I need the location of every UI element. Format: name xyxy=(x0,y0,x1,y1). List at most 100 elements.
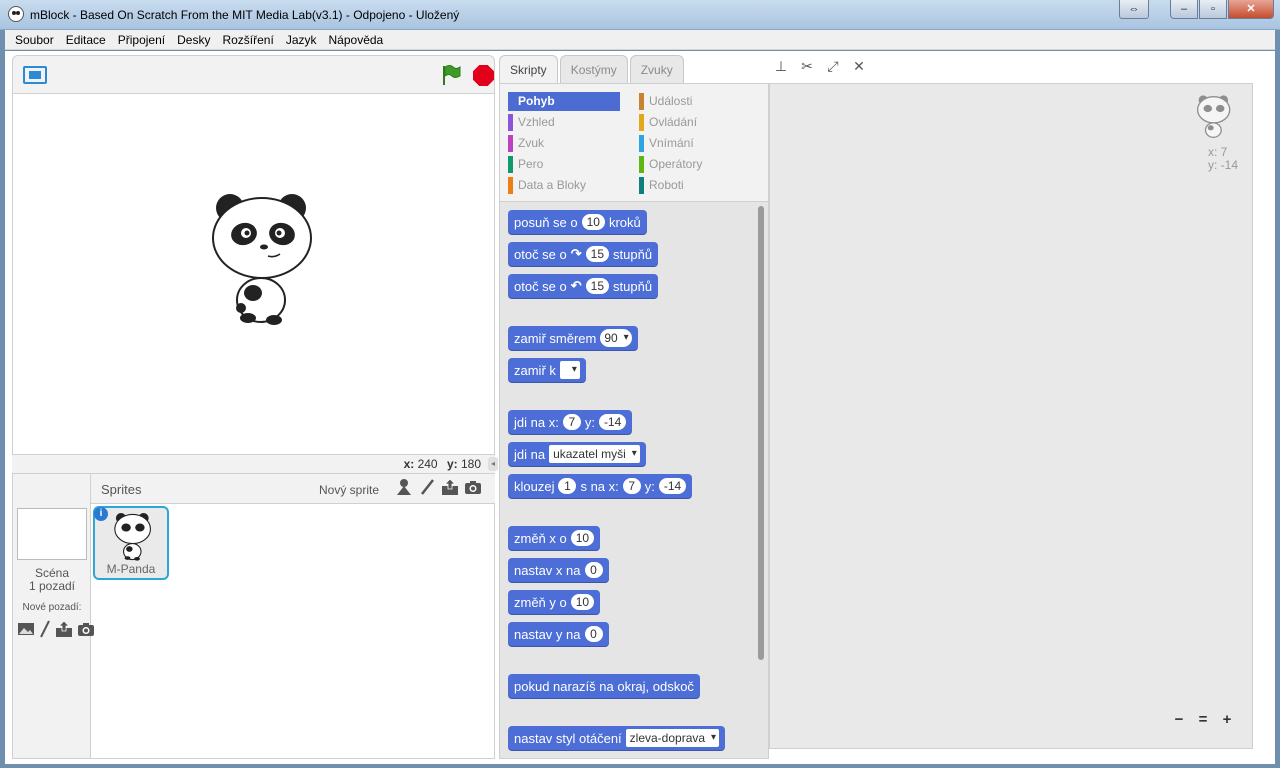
block-palette: Pohyb Vzhled Zvuk Pero Data a Bloky Udál… xyxy=(499,83,769,759)
green-flag-icon[interactable] xyxy=(441,64,461,86)
menu-extensions[interactable]: Rozšíření xyxy=(216,33,279,47)
dy-input[interactable]: 10 xyxy=(570,594,595,610)
maximize-button[interactable]: ▫ xyxy=(1199,0,1227,19)
category-robots[interactable]: Roboti xyxy=(639,176,751,195)
menu-edit[interactable]: Editace xyxy=(60,33,112,47)
paint-sprite-icon[interactable] xyxy=(418,478,436,496)
menu-connect[interactable]: Připojení xyxy=(112,33,171,47)
steps-input[interactable]: 10 xyxy=(581,214,605,230)
category-looks[interactable]: Vzhled xyxy=(508,113,620,132)
zoom-in-icon[interactable]: + xyxy=(1218,711,1236,728)
scene-thumbnail[interactable] xyxy=(17,508,87,560)
script-area[interactable]: x: 7 y: -14 − = + xyxy=(769,83,1253,749)
upload-backdrop-icon[interactable] xyxy=(55,620,73,638)
dx-input[interactable]: 10 xyxy=(570,530,595,546)
block-text: y: xyxy=(584,414,595,430)
tab-costumes[interactable]: Kostýmy xyxy=(559,55,628,83)
menu-language[interactable]: Jazyk xyxy=(280,33,323,47)
zoom-out-icon[interactable]: − xyxy=(1170,711,1188,728)
block-text: změň y o xyxy=(514,594,567,610)
y-input[interactable]: -14 xyxy=(598,414,627,430)
sprite-name: M-Panda xyxy=(106,562,156,576)
block-text: jdi na xyxy=(514,446,546,462)
direction-dropdown[interactable]: 90 xyxy=(600,329,632,347)
current-sprite-thumbnail xyxy=(1196,95,1231,138)
degrees-input[interactable]: 15 xyxy=(585,246,610,262)
x-input[interactable]: 0 xyxy=(584,562,603,578)
tab-sounds[interactable]: Zvuky xyxy=(629,55,684,83)
info-icon[interactable]: i xyxy=(94,507,108,521)
sprite-library-icon[interactable] xyxy=(395,478,413,496)
minimize-button[interactable]: – xyxy=(1170,0,1198,19)
block-move-steps[interactable]: posuň se o 10 kroků xyxy=(508,210,647,234)
block-point-direction[interactable]: zamiř směrem 90 xyxy=(508,326,638,350)
block-goto-xy[interactable]: jdi na x: 7 y: -14 xyxy=(508,410,633,434)
block-change-x[interactable]: změň x o 10 xyxy=(508,526,601,550)
camera-backdrop-icon[interactable] xyxy=(77,620,95,638)
panda-sprite[interactable] xyxy=(208,190,318,330)
category-motion[interactable]: Pohyb xyxy=(508,92,620,111)
target-dropdown[interactable] xyxy=(559,361,580,379)
block-text: otoč se o xyxy=(514,246,567,262)
block-turn-right[interactable]: otoč se o ↷ 15 stupňů xyxy=(508,242,659,266)
secs-input[interactable]: 1 xyxy=(558,478,577,494)
category-list: Pohyb Vzhled Zvuk Pero Data a Bloky Udál… xyxy=(500,84,768,202)
category-events[interactable]: Události xyxy=(639,92,751,111)
shrink-icon[interactable]: ✕ xyxy=(850,57,868,75)
block-change-y[interactable]: změň y o 10 xyxy=(508,590,601,614)
block-text: stupňů xyxy=(613,246,653,262)
degrees-input[interactable]: 15 xyxy=(585,278,610,294)
palette-scrollbar[interactable] xyxy=(758,206,764,660)
block-rotation-style[interactable]: nastav styl otáčení zleva-doprava xyxy=(508,726,726,750)
sprite-y-label: y: xyxy=(1207,158,1218,172)
rotation-style-dropdown[interactable]: zleva-doprava xyxy=(625,729,720,747)
block-set-x[interactable]: nastav x na 0 xyxy=(508,558,609,582)
sprite-x-value: 7 xyxy=(1220,145,1228,159)
cut-scissors-icon[interactable]: ✂ xyxy=(798,57,816,75)
paint-backdrop-icon[interactable] xyxy=(39,620,51,638)
x-input[interactable]: 7 xyxy=(622,478,641,494)
block-point-towards[interactable]: zamiř k xyxy=(508,358,586,382)
block-text: otoč se o xyxy=(514,278,567,294)
upload-sprite-icon[interactable] xyxy=(441,478,459,496)
zoom-reset-icon[interactable]: = xyxy=(1194,711,1212,728)
close-button[interactable]: ✕ xyxy=(1228,0,1274,19)
stage-y-value: 180 xyxy=(460,457,481,471)
tab-scripts[interactable]: Skripty xyxy=(499,55,558,84)
camera-sprite-icon[interactable] xyxy=(464,478,482,496)
panda-app-icon xyxy=(8,6,24,22)
stage-x-label: x: xyxy=(403,457,415,471)
y-input[interactable]: -14 xyxy=(658,478,687,494)
block-turn-left[interactable]: otoč se o ↶ 15 stupňů xyxy=(508,274,659,298)
block-glide[interactable]: klouzej 1 s na x: 7 y: -14 xyxy=(508,474,693,498)
fullscreen-icon[interactable] xyxy=(23,66,47,84)
y-input[interactable]: 0 xyxy=(584,626,603,642)
duplicate-stamp-icon[interactable]: ⊥ xyxy=(772,57,790,75)
stop-icon[interactable] xyxy=(473,65,494,86)
menu-file[interactable]: Soubor xyxy=(9,33,60,47)
rotate-clockwise-icon: ↷ xyxy=(570,246,582,261)
block-set-y[interactable]: nastav y na 0 xyxy=(508,622,609,646)
category-sound[interactable]: Zvuk xyxy=(508,134,620,153)
category-control[interactable]: Ovládání xyxy=(639,113,751,132)
category-operators[interactable]: Operátory xyxy=(639,155,751,174)
menu-boards[interactable]: Desky xyxy=(171,33,216,47)
category-data[interactable]: Data a Bloky xyxy=(508,176,620,195)
resize-arrows-button[interactable]: ⇔ xyxy=(1119,0,1149,19)
block-text: jdi na x: xyxy=(514,414,559,430)
collapse-stage-handle[interactable]: ◂ xyxy=(488,457,498,471)
backdrop-library-icon[interactable] xyxy=(17,620,35,638)
sprite-card-m-panda[interactable]: i M-Panda xyxy=(93,506,169,580)
block-text: nastav x na xyxy=(514,562,581,578)
x-input[interactable]: 7 xyxy=(562,414,581,430)
category-pen[interactable]: Pero xyxy=(508,155,620,174)
block-text: s na x: xyxy=(580,478,619,494)
goto-target-dropdown[interactable]: ukazatel myši xyxy=(549,445,640,463)
block-text: klouzej xyxy=(514,478,555,494)
menu-help[interactable]: Nápověda xyxy=(323,33,390,47)
grow-icon[interactable]: ⤢ xyxy=(824,57,842,75)
category-sensing[interactable]: Vnímání xyxy=(639,134,751,153)
block-goto[interactable]: jdi na ukazatel myši xyxy=(508,442,646,466)
stage[interactable] xyxy=(12,93,495,455)
block-bounce[interactable]: pokud narazíš na okraj, odskoč xyxy=(508,674,700,698)
